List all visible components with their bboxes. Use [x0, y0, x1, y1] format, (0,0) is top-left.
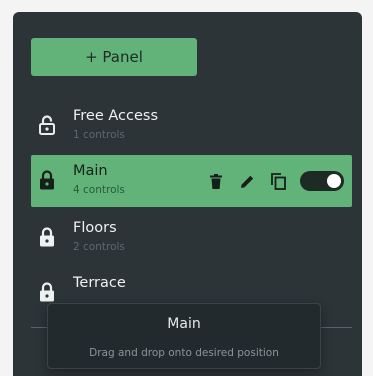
- panel-name: Main: [73, 163, 108, 179]
- panel-name: Terrace: [73, 275, 126, 291]
- panel-enabled-toggle[interactable]: [300, 171, 344, 191]
- lock-closed-icon: [39, 282, 55, 302]
- panel-name: Free Access: [73, 108, 159, 124]
- add-panel-button[interactable]: + Panel: [31, 38, 197, 76]
- edit-icon[interactable]: [239, 172, 255, 190]
- panel-name: Floors: [73, 220, 117, 236]
- panel-controls-count: 1 controls: [73, 129, 125, 141]
- drag-tooltip: Main Drag and drop onto desired position: [47, 303, 321, 369]
- panel-item-main[interactable]: Main 4 controls: [31, 155, 352, 207]
- delete-icon[interactable]: [208, 172, 224, 190]
- copy-icon[interactable]: [270, 172, 286, 190]
- tooltip-message: Drag and drop onto desired position: [89, 347, 279, 359]
- toggle-knob: [327, 174, 341, 188]
- panel-actions: [193, 168, 344, 194]
- panel-item-free-access[interactable]: Free Access 1 controls: [31, 100, 352, 152]
- lock-closed-icon: [39, 227, 55, 247]
- panel-controls-count: 2 controls: [73, 241, 125, 253]
- lock-closed-icon: [39, 170, 55, 190]
- panel-controls-count: 4 controls: [73, 184, 125, 196]
- panel-item-floors[interactable]: Floors 2 controls: [31, 212, 352, 264]
- lock-open-icon: [39, 115, 55, 135]
- tooltip-title: Main: [167, 316, 201, 332]
